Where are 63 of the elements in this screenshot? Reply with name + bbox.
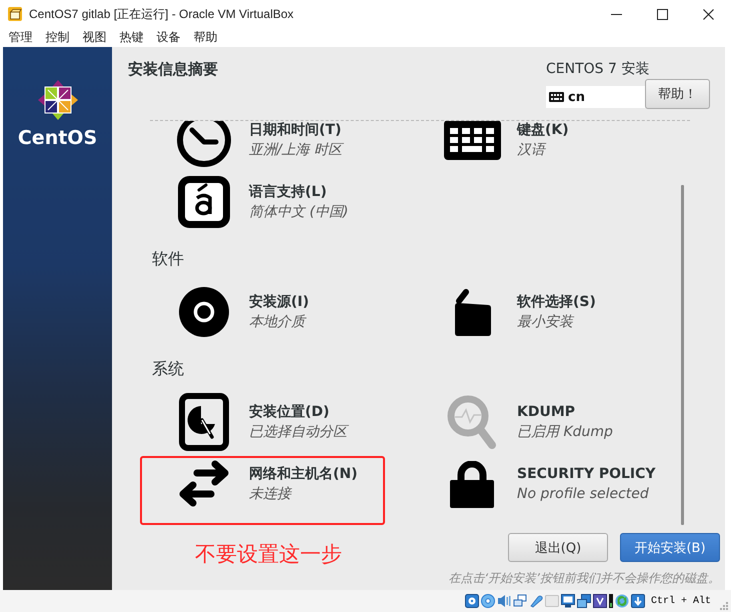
layout-code: cn <box>568 90 585 104</box>
layout-indicator[interactable]: cn <box>546 86 645 108</box>
spoke-title[interactable]: 语言支持(L) <box>249 183 327 201</box>
resize-grip-icon[interactable] <box>720 602 728 610</box>
help-button[interactable]: 帮助！ <box>645 79 710 109</box>
keyboard-icon <box>549 92 564 102</box>
close-icon <box>702 8 714 20</box>
section-heading: 软件 <box>152 249 184 268</box>
plug-icon[interactable] <box>528 594 543 608</box>
speaker-icon[interactable] <box>496 594 511 608</box>
spoke-title[interactable]: 网络和主机名(N) <box>249 465 358 483</box>
product-title: CENTOS 7 安装 <box>546 61 650 77</box>
section-heading: 系统 <box>152 359 184 378</box>
menu-item[interactable]: 视图 <box>76 29 113 46</box>
menu-item[interactable]: 管理 <box>2 29 39 46</box>
spoke-title[interactable]: 日期和时间(T) <box>249 121 342 139</box>
blank-tile-icon[interactable] <box>544 594 559 608</box>
host-key-label: Ctrl + Alt <box>650 596 711 606</box>
spoke-status: 已选择自动分区 <box>249 423 347 441</box>
begin-install-button[interactable]: 开始安装(B) <box>620 533 720 562</box>
menu-item[interactable]: 设备 <box>150 29 187 46</box>
spoke-title[interactable]: 键盘(K) <box>517 121 569 139</box>
spoke-status: 本地介质 <box>249 313 305 331</box>
level-bar-icon <box>608 594 613 608</box>
clock-icon <box>177 121 231 167</box>
spoke-status: 简体中文 (中国) <box>249 203 348 221</box>
menu-item[interactable]: 控制 <box>39 29 76 46</box>
menu-item[interactable]: 热键 <box>113 29 150 46</box>
hard-drive-icon <box>179 393 229 451</box>
optical-disc-icon[interactable] <box>480 594 495 608</box>
spoke-status: 未连接 <box>249 485 291 503</box>
accented-letter-icon <box>178 176 230 228</box>
disk-note: 在点击‘开始安装’按钮前我们并不会操作您的磁盘。 <box>448 570 720 586</box>
spoke-title[interactable]: SECURITY POLICY <box>517 465 656 483</box>
spoke-title[interactable]: 安装源(I) <box>249 293 310 311</box>
keyboard-icon <box>444 121 500 160</box>
page-title: 安装信息摘要 <box>128 61 218 77</box>
maximize-icon <box>656 8 668 20</box>
exchange-arrows-icon <box>177 460 231 508</box>
logo-text: CentOS <box>18 127 98 149</box>
network-icon[interactable] <box>512 594 527 608</box>
annotation-note: 不要设置这一步 <box>195 541 342 567</box>
package-icon <box>453 288 491 336</box>
menu-item[interactable]: 帮助 <box>187 29 224 46</box>
spoke-status: 亚洲/上海 时区 <box>249 141 342 159</box>
chevron-tile-icon[interactable] <box>592 594 607 608</box>
spoke-title[interactable]: 安装位置(D) <box>249 403 330 421</box>
logo-icon <box>38 80 78 120</box>
monitor-icon[interactable] <box>560 594 575 608</box>
spoke-title[interactable]: KDUMP <box>517 403 576 421</box>
spoke-status: 最小安装 <box>517 313 573 331</box>
spoke-status: No profile selected <box>517 485 649 503</box>
disc-icon <box>179 287 229 337</box>
lock-icon <box>450 460 494 508</box>
quit-button[interactable]: 退出(Q) <box>508 533 608 562</box>
scrollbar[interactable] <box>681 185 684 525</box>
spoke-status: 已启用 Kdump <box>517 423 613 441</box>
app-icon <box>8 7 22 21</box>
spoke-title[interactable]: 软件选择(S) <box>517 293 596 311</box>
windows-icon[interactable] <box>576 594 591 608</box>
magnifier-icon <box>447 394 497 450</box>
spoke-status: 汉语 <box>517 141 545 159</box>
window-title: CentOS7 gitlab [正在运行] - Oracle VM VirtualBox <box>29 6 294 22</box>
